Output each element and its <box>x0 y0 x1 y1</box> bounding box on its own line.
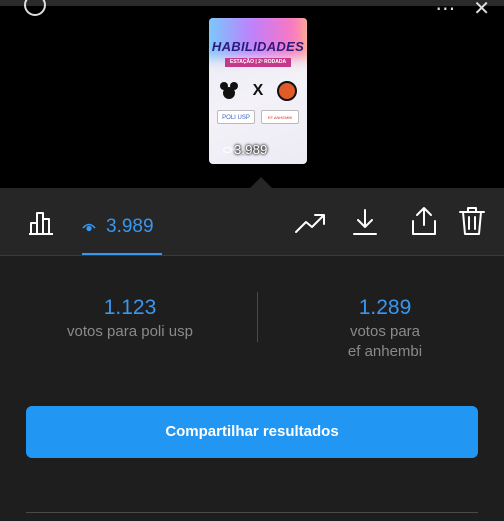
poll-option-b-label-line1: votos para <box>349 323 421 340</box>
poll-option-b[interactable]: 1.289 votos para ef anhembi <box>285 296 485 362</box>
insights-panel: 3.989 1.123 votos para poli usp 1.289 vo… <box>0 188 504 521</box>
top-right-controls: ⋯ ✕ <box>435 0 490 21</box>
share-section: Compartilhar resultados <box>0 388 504 521</box>
poll-option-a-count: 1.123 <box>103 296 157 319</box>
panel-pointer <box>250 177 272 188</box>
settings-icon[interactable] <box>24 0 46 16</box>
story-thumbnail[interactable]: HABILIDADES ESTAÇÃO | 2ª RODADA X POLI U… <box>209 18 307 164</box>
thumbnail-subtitle: ESTAÇÃO | 2ª RODADA <box>225 58 291 67</box>
more-icon[interactable]: ⋯ <box>435 0 455 21</box>
poll-option-a[interactable]: 1.123 votos para poli usp <box>30 296 230 342</box>
viewers-count: 3.989 <box>106 216 154 237</box>
poll-option-b-count: 1.289 <box>358 296 412 319</box>
poll-option-a-label: votos para poli usp <box>67 323 193 340</box>
insights-toolbar: 3.989 <box>0 188 504 256</box>
results-divider <box>257 292 258 342</box>
top-edge <box>0 0 504 6</box>
thumbnail-title: HABILIDADES <box>211 39 305 54</box>
trash-icon[interactable] <box>458 206 486 236</box>
story-viewer-top: ⋯ ✕ HABILIDADES ESTAÇÃO | 2ª RODADA X PO… <box>0 0 504 188</box>
thumbnail-option-a: POLI USP <box>217 110 255 124</box>
download-icon[interactable] <box>352 208 378 236</box>
close-icon[interactable]: ✕ <box>473 0 490 21</box>
share-icon[interactable] <box>410 206 438 236</box>
poll-results: 1.123 votos para poli usp 1.289 votos pa… <box>0 256 504 388</box>
team-b-logo-icon <box>276 81 297 101</box>
team-a-logo-icon <box>219 82 239 100</box>
thumbnail-option-b: EF ANHEMBI <box>261 110 299 124</box>
thumbnail-poll-boxes: POLI USP EF ANHEMBI <box>217 110 299 124</box>
thumbnail-view-count-value: 3.989 <box>234 142 268 157</box>
bar-chart-icon[interactable] <box>28 211 54 235</box>
trending-icon[interactable] <box>294 212 326 234</box>
eye-icon <box>223 147 232 153</box>
share-results-button[interactable]: Compartilhar resultados <box>26 406 478 458</box>
viewers-tab[interactable]: 3.989 <box>82 216 154 238</box>
versus-icon: X <box>252 82 264 99</box>
poll-option-b-label-line2: ef anhembi <box>347 343 423 360</box>
thumbnail-matchup: X <box>219 80 297 102</box>
eye-icon <box>82 223 96 232</box>
bottom-divider <box>26 512 478 513</box>
thumbnail-view-count: 3.989 <box>223 142 268 157</box>
